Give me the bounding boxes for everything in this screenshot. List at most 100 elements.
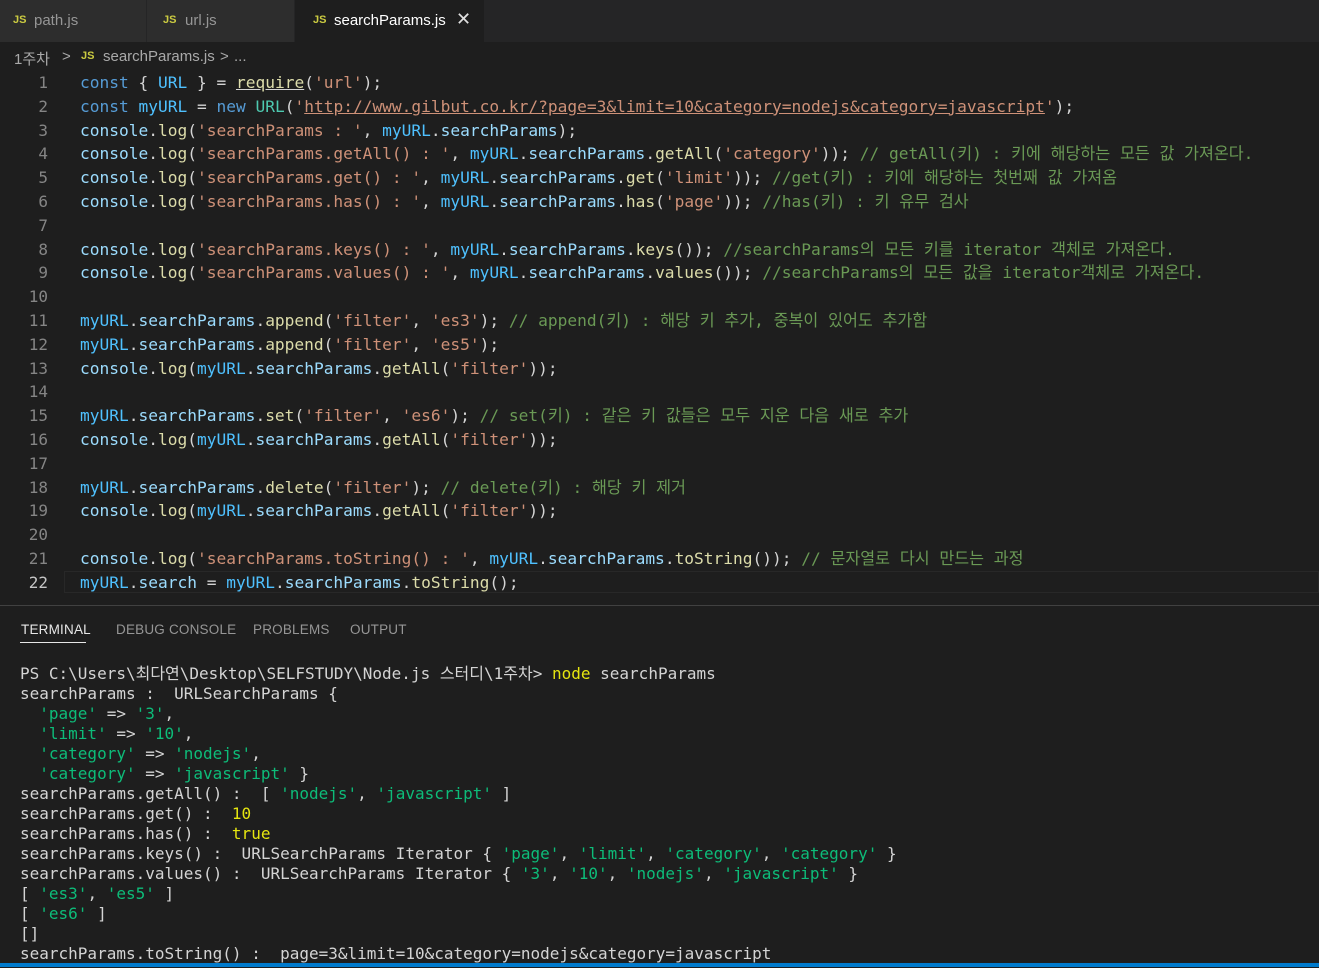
code-token: myURL <box>489 549 539 568</box>
code-token: 'es5' <box>430 334 480 354</box>
code-token: . <box>616 192 626 211</box>
code-line[interactable]: 12 myURL.searchParams.append('filter', 'e… <box>0 333 1319 357</box>
breadcrumb: 1주차 > JS searchParams.js > ... <box>0 42 1319 70</box>
line-number: 10 <box>28 287 48 307</box>
terminal-token: [ <box>20 884 40 903</box>
code-token: . <box>148 168 158 188</box>
code-token: 'limit' <box>664 168 734 188</box>
terminal-line: searchParams.toString() : page=3&limit=1… <box>20 944 771 964</box>
code-line[interactable]: 17 <box>0 452 1319 476</box>
code-line[interactable]: 3 console.log('searchParams : ', myURL.se… <box>0 119 1319 143</box>
tab-url-js[interactable]: JS url.js <box>147 0 294 42</box>
code-token: )); <box>733 168 763 188</box>
code-text: console.log('searchParams.values() : ', … <box>80 261 1204 285</box>
code-line[interactable]: 1 const { URL } = require('url'); <box>0 71 1319 95</box>
code-line[interactable]: 20 <box>0 523 1319 547</box>
code-token: = <box>187 96 217 116</box>
code-line[interactable]: 4 console.log('searchParams.getAll() : ',… <box>0 142 1319 166</box>
code-line[interactable]: 11 myURL.searchParams.append('filter', 'e… <box>0 309 1319 333</box>
code-token: . <box>489 168 500 188</box>
breadcrumb-file[interactable]: searchParams.js <box>103 48 215 65</box>
code-token: get <box>625 168 656 188</box>
terminal-token: ] <box>87 904 107 923</box>
code-token: . <box>274 572 285 592</box>
code-line[interactable]: 18 myURL.searchParams.delete('filter'); /… <box>0 476 1319 500</box>
tab-problems[interactable]: PROBLEMS <box>253 622 330 637</box>
code-token: . <box>401 572 412 592</box>
terminal-token: 'nodejs' <box>626 864 704 883</box>
code-line[interactable]: 19 console.log(myURL.searchParams.getAll(… <box>0 499 1319 523</box>
javascript-file-icon: JS <box>313 14 327 26</box>
code-token: URL <box>157 73 188 92</box>
terminal-token: node <box>551 664 591 683</box>
terminal-line: searchParams.keys() : URLSearchParams It… <box>20 844 897 864</box>
code-token: 'category' <box>723 144 821 164</box>
code-line[interactable]: 6 console.log('searchParams.has() : ', my… <box>0 190 1319 214</box>
code-token: 'filter' <box>333 477 412 497</box>
terminal-token: searchParams.has() : <box>20 824 232 843</box>
breadcrumb-symbols[interactable]: ... <box>234 48 247 65</box>
code-token: append <box>265 334 324 354</box>
code-line[interactable]: 21 console.log('searchParams.toString() :… <box>0 547 1319 571</box>
code-token: 'filter' <box>304 406 383 426</box>
code-line[interactable]: 10 <box>0 285 1319 309</box>
code-token: . <box>148 144 158 164</box>
code-token: myURL <box>196 430 246 449</box>
code-token: . <box>255 477 266 497</box>
code-line[interactable]: 14 <box>0 380 1319 404</box>
line-number: 18 <box>28 477 48 497</box>
tab-output[interactable]: OUTPUT <box>350 622 407 637</box>
code-token: . <box>148 501 158 521</box>
code-token: . <box>625 239 636 259</box>
code-token: append <box>265 311 324 330</box>
code-token: myURL <box>196 501 246 521</box>
terminal-token: , <box>646 844 666 863</box>
code-token: values <box>655 263 714 283</box>
chevron-right-icon: > <box>220 48 229 65</box>
tab-debug-console[interactable]: DEBUG CONSOLE <box>116 622 236 637</box>
code-text: console.log('searchParams : ', myURL.sea… <box>80 119 577 143</box>
code-token: )); <box>528 358 558 378</box>
code-token: 'filter' <box>333 311 412 330</box>
code-editor[interactable]: 1 const { URL } = require('url'); 2 const m… <box>0 70 1319 602</box>
code-token: 'searchParams.get() : ' <box>196 168 422 188</box>
code-line[interactable]: 13 console.log(myURL.searchParams.getAll(… <box>0 357 1319 381</box>
terminal-token: 'javascript' <box>723 864 839 883</box>
code-token: 'url' <box>313 73 363 92</box>
code-line[interactable]: 9 console.log('searchParams.values() : ',… <box>0 261 1319 285</box>
code-line[interactable]: 8 console.log('searchParams.keys() : ', m… <box>0 238 1319 262</box>
code-line[interactable]: 16 console.log(myURL.searchParams.getAll(… <box>0 428 1319 452</box>
code-line[interactable]: 7 <box>0 214 1319 238</box>
code-token: searchParams <box>284 572 402 592</box>
code-line[interactable]: 15 myURL.searchParams.set('filter', 'es6'… <box>0 404 1319 428</box>
terminal-token: , <box>559 844 579 863</box>
code-token: console <box>80 120 149 140</box>
code-token: . <box>645 263 656 283</box>
terminal-token: } <box>877 844 897 863</box>
close-icon[interactable]: ✕ <box>456 9 471 30</box>
code-token: ); <box>1054 96 1075 116</box>
code-line[interactable]: 5 console.log('searchParams.get() : ', my… <box>0 166 1319 190</box>
code-token: ); <box>479 311 500 330</box>
code-token: log <box>157 239 188 259</box>
code-token: searchParams <box>138 406 256 426</box>
terminal-token: => <box>106 724 146 743</box>
editor-tab-bar: JS path.js JS url.js JS searchParams.js … <box>0 0 1319 42</box>
breadcrumb-folder[interactable]: 1주차 <box>14 48 50 69</box>
code-text: console.log('searchParams.get() : ', myU… <box>80 166 1117 190</box>
code-token: myURL <box>80 406 129 426</box>
tab-terminal[interactable]: TERMINAL <box>21 622 91 637</box>
tab-searchparams-js[interactable]: JS searchParams.js ✕ <box>295 0 484 42</box>
code-line[interactable]: 2 const myURL = new URL('http://www.gilbu… <box>0 95 1319 119</box>
code-token: myURL <box>80 334 129 354</box>
tab-path-js[interactable]: JS path.js <box>0 0 146 42</box>
code-token: getAll <box>382 430 441 449</box>
code-token: searchParams <box>255 501 373 521</box>
code-token: . <box>148 239 158 259</box>
code-token: const <box>80 96 129 116</box>
terminal-token: , <box>164 704 175 723</box>
code-line[interactable]: 22 myURL.search = myURL.searchParams.toSt… <box>0 570 1319 595</box>
code-text: console.log('searchParams.toString() : '… <box>80 547 1024 571</box>
terminal-token: 'page' <box>501 844 560 863</box>
